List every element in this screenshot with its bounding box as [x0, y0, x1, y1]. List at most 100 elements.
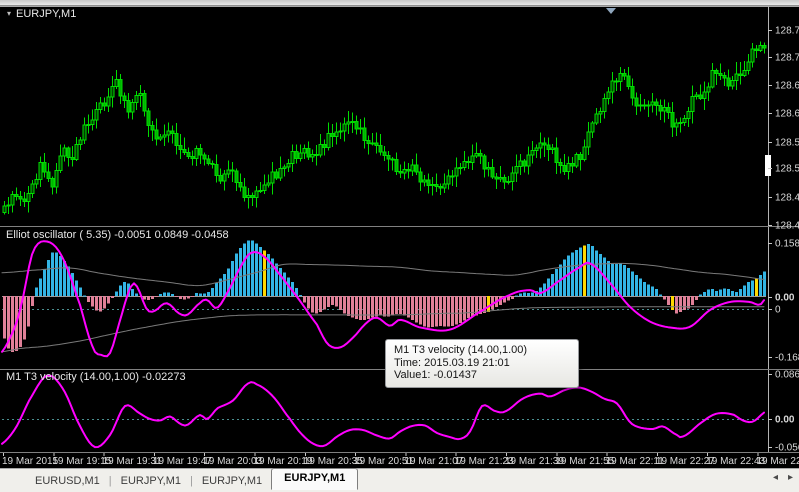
candle-body — [602, 98, 607, 113]
time-axis-label: 19 Mar 22:59 — [757, 456, 799, 467]
histogram-bar-up — [763, 271, 766, 296]
tab-scroll-left-icon[interactable]: ◂ — [773, 472, 778, 483]
histogram-bar-up — [163, 292, 166, 296]
price-axis-label: 128.578 — [775, 138, 799, 149]
histogram-bar-up — [247, 240, 250, 296]
price-tag-marker — [765, 155, 771, 176]
histogram-bar-down — [395, 296, 398, 314]
histogram-bar-down — [667, 296, 670, 305]
candle-body — [386, 155, 391, 160]
chart-tab[interactable]: EURJPY,M1 — [193, 473, 271, 489]
histogram-bar-up — [583, 245, 586, 296]
candle-body — [658, 105, 663, 112]
tab-scroll-arrows: ◂ ▸ — [773, 472, 793, 483]
candle-body — [626, 75, 631, 88]
symbol-text: EURJPY,M1 — [16, 8, 77, 20]
candle-body — [530, 149, 535, 156]
candle-body — [18, 196, 23, 200]
histogram-bar-down — [431, 296, 434, 328]
histogram-bar-up — [523, 292, 526, 296]
candle-body — [618, 73, 623, 82]
histogram-bar-up — [747, 282, 750, 296]
histogram-bar-down — [335, 296, 338, 307]
histogram-bar-down — [347, 296, 350, 317]
candle-body — [482, 155, 487, 170]
histogram-bar-down — [459, 296, 462, 323]
elliot-oscillator-label: Elliot oscillator ( 5.35) -0.0051 0.0849… — [6, 229, 229, 241]
histogram-bar-down — [379, 296, 382, 316]
candle-body — [70, 157, 75, 160]
symbol-period-label[interactable]: ▾ EURJPY,M1 — [7, 8, 76, 20]
histogram-bar-up — [595, 250, 598, 296]
candle-body — [50, 177, 55, 188]
candle-body — [454, 167, 459, 177]
scroll-to-end-marker[interactable] — [606, 8, 616, 14]
candle-body — [702, 91, 707, 100]
candle-body — [210, 162, 215, 166]
candle-body — [86, 123, 91, 126]
histogram-bar-down — [183, 296, 186, 300]
candle-body — [606, 91, 611, 100]
histogram-bar-up — [723, 288, 726, 296]
price-axis-label: 128.473 — [775, 193, 799, 204]
histogram-bar-down — [99, 296, 102, 312]
histogram-bar-down — [87, 296, 90, 303]
histogram-bar-down — [371, 296, 374, 318]
candle-body — [222, 173, 227, 182]
histogram-bar-down — [391, 296, 394, 316]
histogram-bar-down — [675, 296, 678, 314]
candle-body — [34, 179, 39, 185]
chart-tab[interactable]: EURJPY,M1 — [112, 473, 190, 489]
histogram-bar-down — [463, 296, 466, 321]
candle-body — [286, 162, 291, 168]
candle-body — [470, 155, 475, 163]
histogram-bar-up — [635, 275, 638, 296]
price-axis-label: 128.688 — [775, 81, 799, 92]
tab-scroll-right-icon[interactable]: ▸ — [788, 472, 793, 483]
histogram-bar-up — [731, 290, 734, 296]
histogram-bar-up — [519, 293, 522, 296]
elliot-axis-label: 0 — [775, 305, 781, 316]
candle-body — [178, 144, 183, 151]
histogram-bar-up — [571, 252, 574, 296]
histogram-bar-up — [643, 282, 646, 296]
histogram-bar-down — [331, 296, 334, 305]
histogram-bar-up — [715, 290, 718, 296]
elliot-axis-label: 0.1583 — [775, 239, 799, 250]
candle-body — [670, 111, 675, 128]
histogram-bar-down — [151, 296, 154, 299]
histogram-bar-down — [323, 296, 326, 310]
candle-body — [238, 181, 243, 188]
histogram-bar-down — [311, 296, 314, 313]
candle-body — [298, 152, 303, 160]
histogram-bar-down — [3, 296, 6, 339]
chart-tab-active[interactable]: EURJPY,M1 — [271, 467, 359, 490]
candle-body — [106, 96, 111, 107]
histogram-bar-up — [35, 287, 38, 296]
histogram-bar-up — [299, 295, 302, 297]
histogram-bar-up — [607, 261, 610, 296]
candle-body — [682, 117, 687, 123]
histogram-bar-up — [703, 291, 706, 296]
candle-body — [258, 189, 263, 192]
elliot-axis-label: 0.00 — [775, 293, 795, 304]
candle-body — [502, 176, 507, 183]
price-axis-label: 128.738 — [775, 53, 799, 64]
candle-body — [118, 78, 123, 97]
histogram-bar-up — [159, 293, 162, 296]
chart-tab[interactable]: EURUSD,M1 — [26, 473, 109, 489]
t3-velocity-label: M1 T3 velocity (14.00,1.00) -0.02273 — [6, 371, 186, 383]
candle-body — [206, 158, 211, 164]
histogram-bar-up — [215, 283, 218, 296]
candle-body — [302, 148, 307, 154]
histogram-bar-up — [83, 295, 86, 297]
candle-body — [306, 148, 311, 158]
histogram-bar-up — [243, 243, 246, 296]
candle-body — [54, 170, 59, 188]
candle-body — [82, 124, 87, 141]
histogram-bar-down — [375, 296, 378, 317]
candle-body — [30, 183, 35, 195]
candle-body — [534, 147, 539, 151]
histogram-bar-up — [207, 291, 210, 296]
candle-body — [442, 183, 447, 189]
